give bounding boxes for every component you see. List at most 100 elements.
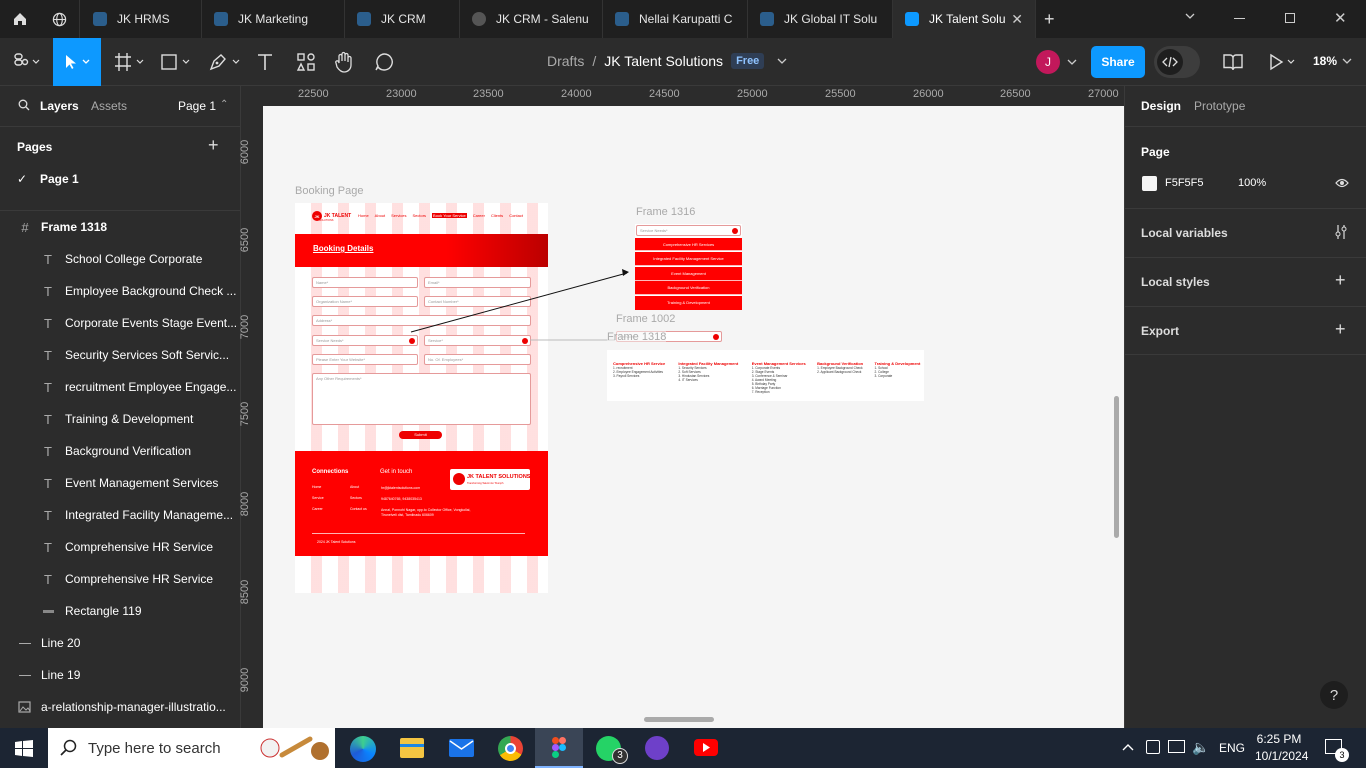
volume-muted-icon[interactable]: 🔈 — [1192, 739, 1209, 756]
chevron-up-icon[interactable] — [1121, 741, 1135, 753]
eye-icon[interactable] — [1335, 177, 1349, 189]
local-styles-section[interactable]: Local styles + — [1125, 257, 1366, 306]
page-opacity[interactable]: 100% — [1238, 177, 1266, 189]
windows-start-icon[interactable] — [15, 740, 33, 757]
plan-badge: Free — [731, 53, 765, 69]
export-section[interactable]: Export + — [1125, 306, 1366, 355]
close-window-icon[interactable]: ✕ — [1334, 9, 1347, 27]
page-list-item[interactable]: ✓ Page 1 — [0, 163, 241, 195]
tab-jk-crm-salenu[interactable]: JK CRM - Salenu — [460, 0, 603, 38]
text-tool-icon[interactable] — [256, 52, 274, 72]
avatar[interactable]: J — [1036, 50, 1060, 74]
layer-text[interactable]: T Comprehensive HR Service — [0, 563, 241, 595]
layer-text[interactable]: Trecruitment Employee Engage... — [0, 371, 241, 403]
taskbar-search-box[interactable]: Type here to search — [48, 728, 335, 768]
tab-jk-hrms[interactable]: JK HRMS — [81, 0, 202, 38]
services-frame[interactable]: Comprehensive HR Service 1. recruitment … — [607, 350, 924, 401]
close-tab-icon[interactable]: ✕ — [1011, 11, 1023, 28]
tab-jk-marketing[interactable]: JK Marketing — [202, 0, 345, 38]
search-icon[interactable] — [18, 99, 30, 111]
move-tool-button[interactable] — [53, 38, 101, 86]
page-color-value[interactable]: F5F5F5 — [1165, 177, 1204, 189]
zoom-menu[interactable]: 18% — [1313, 54, 1353, 68]
resources-icon[interactable] — [296, 52, 316, 72]
new-tab-icon[interactable]: + — [1044, 9, 1055, 30]
shape-tool-icon[interactable] — [160, 52, 192, 72]
layer-text[interactable]: T Security Services Soft Servic... — [0, 339, 241, 371]
main-menu-icon[interactable] — [14, 52, 40, 72]
tab-label: JK Marketing — [238, 12, 309, 26]
page-selector[interactable]: Page 1 ⌃ — [178, 99, 228, 113]
layer-text[interactable]: T Training & Development — [0, 403, 241, 435]
layer-text[interactable]: T Employee Background Check ... — [0, 275, 241, 307]
present-play-icon[interactable] — [1268, 53, 1298, 71]
breadcrumb-drafts[interactable]: Drafts — [547, 53, 584, 69]
help-button[interactable]: ? — [1320, 681, 1348, 709]
edge-browser-icon[interactable] — [350, 736, 376, 762]
layer-image[interactable]: a-relationship-manager-illustratio... — [0, 691, 241, 723]
figma-file-icon — [93, 12, 107, 26]
layer-text[interactable]: T Background Verification — [0, 435, 241, 467]
page-color-swatch[interactable] — [1142, 176, 1157, 191]
youtube-icon[interactable] — [694, 739, 718, 756]
layer-line[interactable]: Line 20 — [0, 627, 241, 659]
clock-date[interactable]: 10/1/2024 — [1255, 749, 1308, 763]
library-icon[interactable] — [1223, 53, 1243, 71]
design-canvas[interactable]: Booking Page JK JK TALENT SOLUTIONS Home… — [263, 106, 1124, 728]
layer-rectangle[interactable]: Rectangle 119 — [0, 595, 241, 627]
layers-panel: Layers Assets Page 1 ⌃ Pages + ✓ Page 1 #… — [0, 86, 241, 728]
layer-text[interactable]: T Event Management Services — [0, 467, 241, 499]
home-icon[interactable] — [0, 0, 40, 38]
tab-prototype[interactable]: Prototype — [1194, 99, 1245, 113]
comment-tool-icon[interactable] — [374, 52, 394, 72]
add-page-icon[interactable]: + — [208, 136, 219, 154]
chevron-down-icon[interactable] — [1066, 56, 1078, 68]
network-icon[interactable] — [1168, 740, 1185, 753]
frame-label-1318[interactable]: Frame 1318 — [607, 331, 667, 343]
clock-time[interactable]: 6:25 PM — [1255, 732, 1303, 746]
chevron-down-icon[interactable] — [776, 55, 788, 67]
language-indicator[interactable]: ENG — [1219, 741, 1245, 755]
restore-icon[interactable] — [1285, 13, 1295, 23]
layer-text[interactable]: T Comprehensive HR Service — [0, 531, 241, 563]
vertical-scrollbar[interactable] — [1114, 396, 1119, 538]
tab-design[interactable]: Design — [1141, 99, 1181, 113]
github-icon[interactable] — [645, 736, 669, 760]
ruler-tick: 24000 — [561, 88, 592, 100]
layer-text[interactable]: T Integrated Facility Manageme... — [0, 499, 241, 531]
layer-frame[interactable]: # Frame 1318 — [0, 211, 241, 243]
service-column: Background Verification 1. Employee Back… — [817, 361, 866, 401]
pen-tool-icon[interactable] — [208, 52, 242, 72]
variables-icon[interactable] — [1334, 224, 1348, 240]
file-name[interactable]: JK Talent Solutions — [604, 53, 723, 69]
chevron-down-icon[interactable] — [1184, 10, 1196, 22]
globe-icon[interactable] — [40, 0, 80, 38]
layer-text[interactable]: T Corporate Events Stage Event... — [0, 307, 241, 339]
layer-text[interactable]: T School College Corporate — [0, 243, 241, 275]
tab-nellai-karupatti[interactable]: Nellai Karupatti C — [603, 0, 748, 38]
tab-jk-talent-active[interactable]: JK Talent Solu ✕ — [893, 0, 1036, 38]
mail-icon[interactable] — [449, 739, 474, 757]
tab-assets[interactable]: Assets — [91, 99, 127, 113]
tab-jk-crm[interactable]: JK CRM — [345, 0, 460, 38]
tab-jk-global-it[interactable]: JK Global IT Solu — [748, 0, 893, 38]
add-export-icon[interactable]: + — [1335, 319, 1346, 340]
local-variables-section[interactable]: Local variables — [1125, 208, 1366, 257]
frame-label-1002[interactable]: Frame 1002 — [616, 313, 675, 325]
hand-tool-icon[interactable] — [334, 51, 354, 73]
properties-panel: Design Prototype Page F5F5F5 100% Local … — [1124, 86, 1366, 728]
file-explorer-icon[interactable] — [400, 738, 424, 758]
meet-now-icon[interactable] — [1146, 740, 1160, 754]
add-style-icon[interactable]: + — [1335, 270, 1346, 291]
layer-line[interactable]: Line 19 — [0, 659, 241, 691]
tab-layers[interactable]: Layers — [40, 99, 79, 113]
service-column: Integrated Facility Management 1. Securi… — [678, 361, 743, 401]
share-button[interactable]: Share — [1091, 46, 1145, 78]
figma-taskbar-button[interactable] — [535, 728, 583, 768]
dev-mode-toggle[interactable] — [1154, 46, 1200, 78]
chrome-icon[interactable] — [498, 736, 523, 761]
frame-tool-icon[interactable] — [114, 52, 146, 72]
horizontal-scrollbar[interactable] — [644, 717, 714, 722]
minimize-icon[interactable] — [1234, 18, 1245, 19]
layer-name: School College Corporate — [65, 252, 203, 266]
